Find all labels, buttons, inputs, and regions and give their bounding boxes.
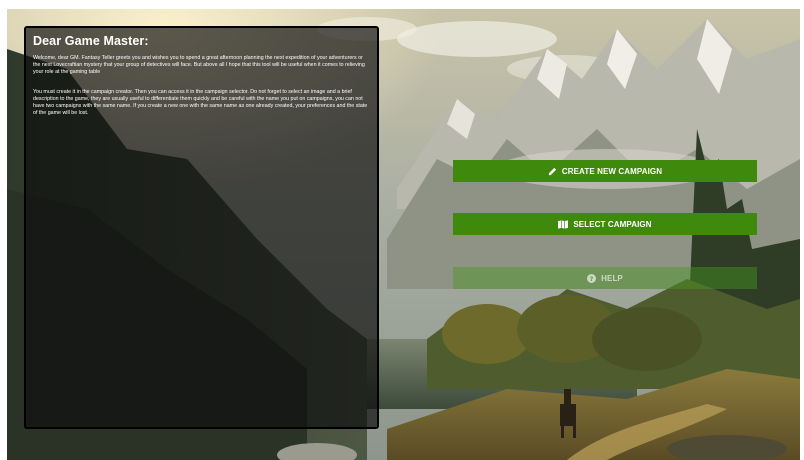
create-campaign-label: CREATE NEW CAMPAIGN [561, 166, 663, 176]
help-label: HELP [601, 273, 623, 283]
select-campaign-label: SELECT CAMPAIGN [573, 219, 652, 229]
welcome-title: Dear Game Master: [33, 34, 149, 48]
help-circle-icon: ? [587, 273, 597, 283]
svg-text:?: ? [590, 276, 594, 283]
select-campaign-button[interactable]: SELECT CAMPAIGN [453, 213, 757, 235]
help-button[interactable]: ? HELP [453, 267, 757, 289]
map-icon [558, 219, 569, 229]
create-campaign-button[interactable]: CREATE NEW CAMPAIGN [453, 160, 757, 182]
welcome-paragraph-2: You must create it in the campaign creat… [33, 89, 368, 116]
welcome-panel: Dear Game Master: Welcome, dear GM. Fant… [24, 26, 379, 429]
welcome-paragraph-1: Welcome, dear GM. Fantasy Teller greets … [33, 55, 365, 75]
pencil-icon [548, 167, 557, 176]
